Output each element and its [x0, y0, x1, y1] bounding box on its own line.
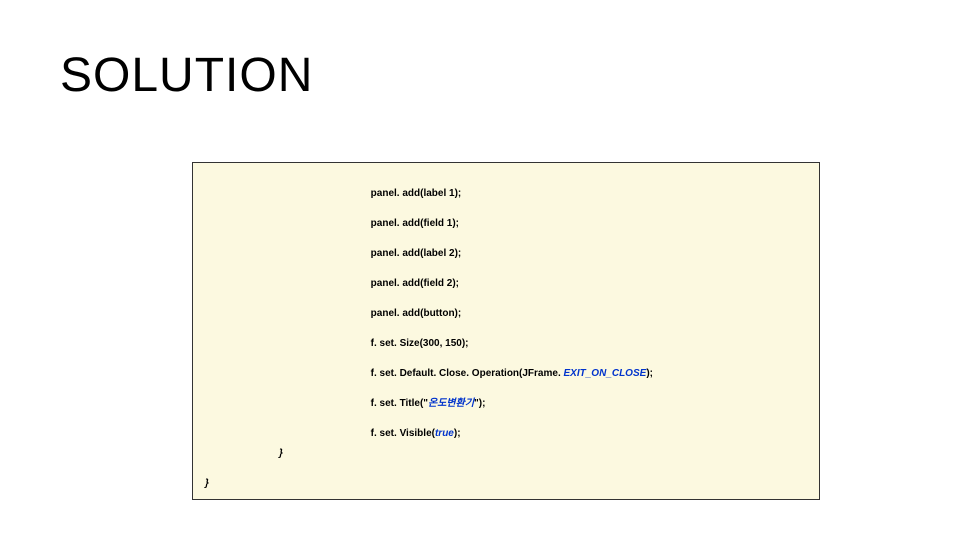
code-text: f. set. Size(300, 150); [371, 338, 469, 349]
code-box: panel. add(label 1); panel. add(field 1)… [192, 162, 820, 500]
code-keyword: true [435, 428, 454, 439]
code-line-3: panel. add(label 2); [354, 239, 461, 269]
code-text: panel. add(label 1); [371, 188, 462, 199]
code-keyword: EXIT_ON_CLOSE [564, 368, 647, 379]
code-line-9: f. set. Visible(true); [354, 419, 461, 449]
code-string: 온도변환기 [428, 398, 474, 409]
code-line-7: f. set. Default. Close. Operation(JFrame… [354, 359, 653, 389]
code-text: panel. add(field 2); [371, 278, 459, 289]
code-text: f. set. Title(" [371, 398, 428, 409]
code-line-5: panel. add(button); [354, 299, 461, 329]
code-line-1: panel. add(label 1); [354, 179, 461, 209]
code-text: panel. add(label 2); [371, 248, 462, 259]
code-text: panel. add(button); [371, 308, 462, 319]
code-text: panel. add(field 1); [371, 218, 459, 229]
code-text: "); [474, 398, 485, 409]
slide: SOLUTION panel. add(label 1); panel. add… [0, 0, 960, 540]
code-brace-1: } [279, 449, 283, 459]
code-brace-2: } [205, 479, 209, 489]
code-line-6: f. set. Size(300, 150); [354, 329, 469, 359]
code-line-8: f. set. Title("온도변환기"); [354, 389, 485, 419]
code-line-4: panel. add(field 2); [354, 269, 459, 299]
code-text: ); [454, 428, 461, 439]
code-text: ); [646, 368, 653, 379]
code-text: f. set. Visible( [371, 428, 435, 439]
code-text: f. set. Default. Close. Operation(JFrame… [371, 368, 564, 379]
code-line-2: panel. add(field 1); [354, 209, 459, 239]
slide-title: SOLUTION [60, 48, 313, 103]
